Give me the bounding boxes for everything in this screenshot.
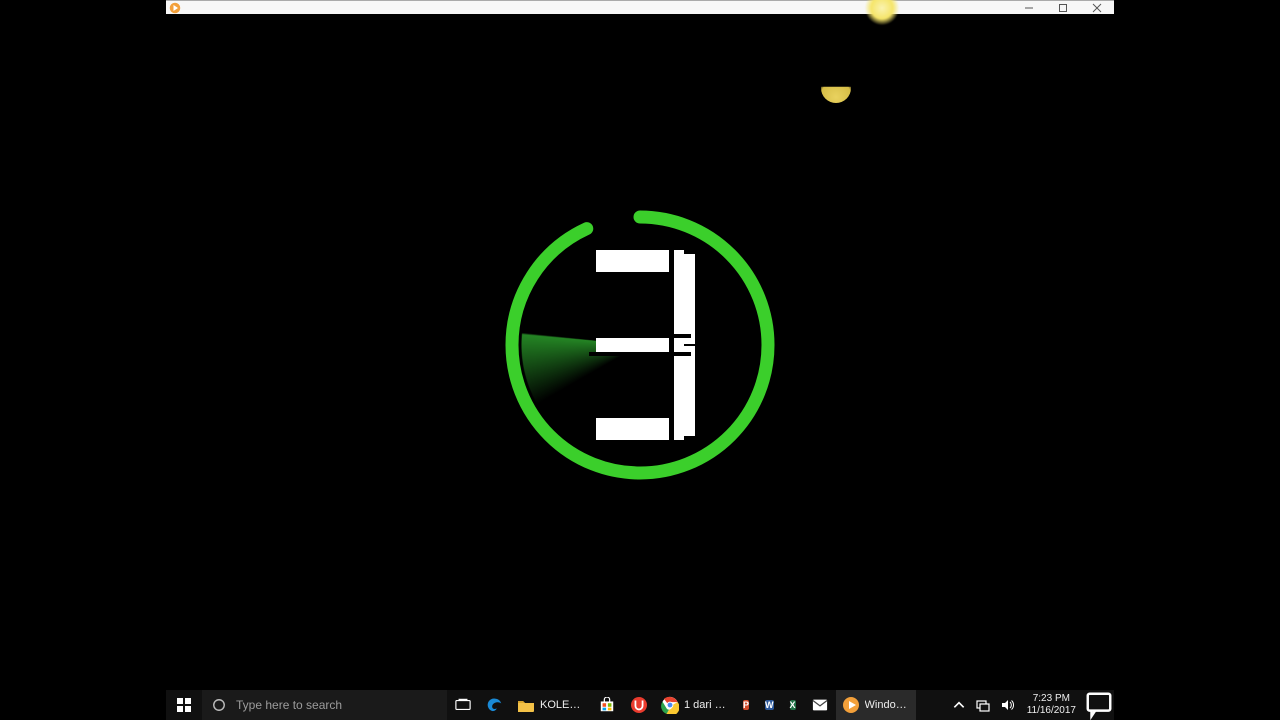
taskbar-item-word[interactable]: W	[757, 690, 782, 720]
taskbar-item-mail[interactable]	[804, 690, 836, 720]
cortana-icon	[212, 698, 226, 712]
taskbar-item-excel[interactable]: X	[782, 690, 804, 720]
countdown-digit: 3	[500, 205, 780, 485]
taskbar-item-utorrent[interactable]	[623, 690, 655, 720]
word-icon: W	[765, 700, 774, 710]
sun-half-icon	[821, 73, 851, 103]
tray-overflow-button[interactable]	[947, 698, 971, 712]
task-view-button[interactable]	[447, 690, 479, 720]
player-titlebar	[166, 0, 1114, 14]
excel-icon: X	[790, 700, 796, 710]
taskbar: Type here to search KOLEKSI ... 1 dari 1…	[166, 690, 1114, 720]
minimize-button[interactable]	[1012, 1, 1046, 14]
search-placeholder: Type here to search	[236, 698, 342, 712]
taskbar-clock[interactable]: 7:23 PM 11/16/2017	[1019, 693, 1084, 717]
powerpoint-icon: P	[743, 700, 749, 710]
chrome-icon	[661, 696, 679, 714]
media-player-icon	[842, 696, 860, 714]
folder-icon	[517, 696, 535, 714]
taskbar-item-chrome[interactable]: 1 dari 1 t...	[655, 690, 735, 720]
window-controls	[1012, 1, 1114, 14]
taskbar-item-powerpoint[interactable]: P	[735, 690, 757, 720]
maximize-button[interactable]	[1046, 1, 1080, 14]
sun-glow-icon	[865, 0, 899, 25]
taskbar-item-media-player[interactable]: Windows...	[836, 690, 916, 720]
system-tray: 7:23 PM 11/16/2017	[947, 690, 1114, 720]
taskbar-item-store[interactable]	[591, 690, 623, 720]
clock-time: 7:23 PM	[1033, 693, 1070, 705]
action-center-button[interactable]	[1084, 690, 1114, 720]
start-button[interactable]	[166, 690, 202, 720]
edge-button[interactable]	[479, 690, 511, 720]
taskbar-item-folder[interactable]: KOLEKSI ...	[511, 690, 591, 720]
search-box[interactable]: Type here to search	[202, 690, 447, 720]
app-icon	[169, 2, 181, 14]
utorrent-icon	[631, 697, 647, 713]
clock-date: 11/16/2017	[1027, 705, 1076, 717]
store-icon	[599, 697, 615, 713]
close-button[interactable]	[1080, 1, 1114, 14]
network-icon[interactable]	[971, 698, 995, 712]
volume-icon[interactable]	[995, 698, 1019, 712]
mail-icon	[812, 697, 828, 713]
countdown-widget: 3	[500, 205, 780, 485]
